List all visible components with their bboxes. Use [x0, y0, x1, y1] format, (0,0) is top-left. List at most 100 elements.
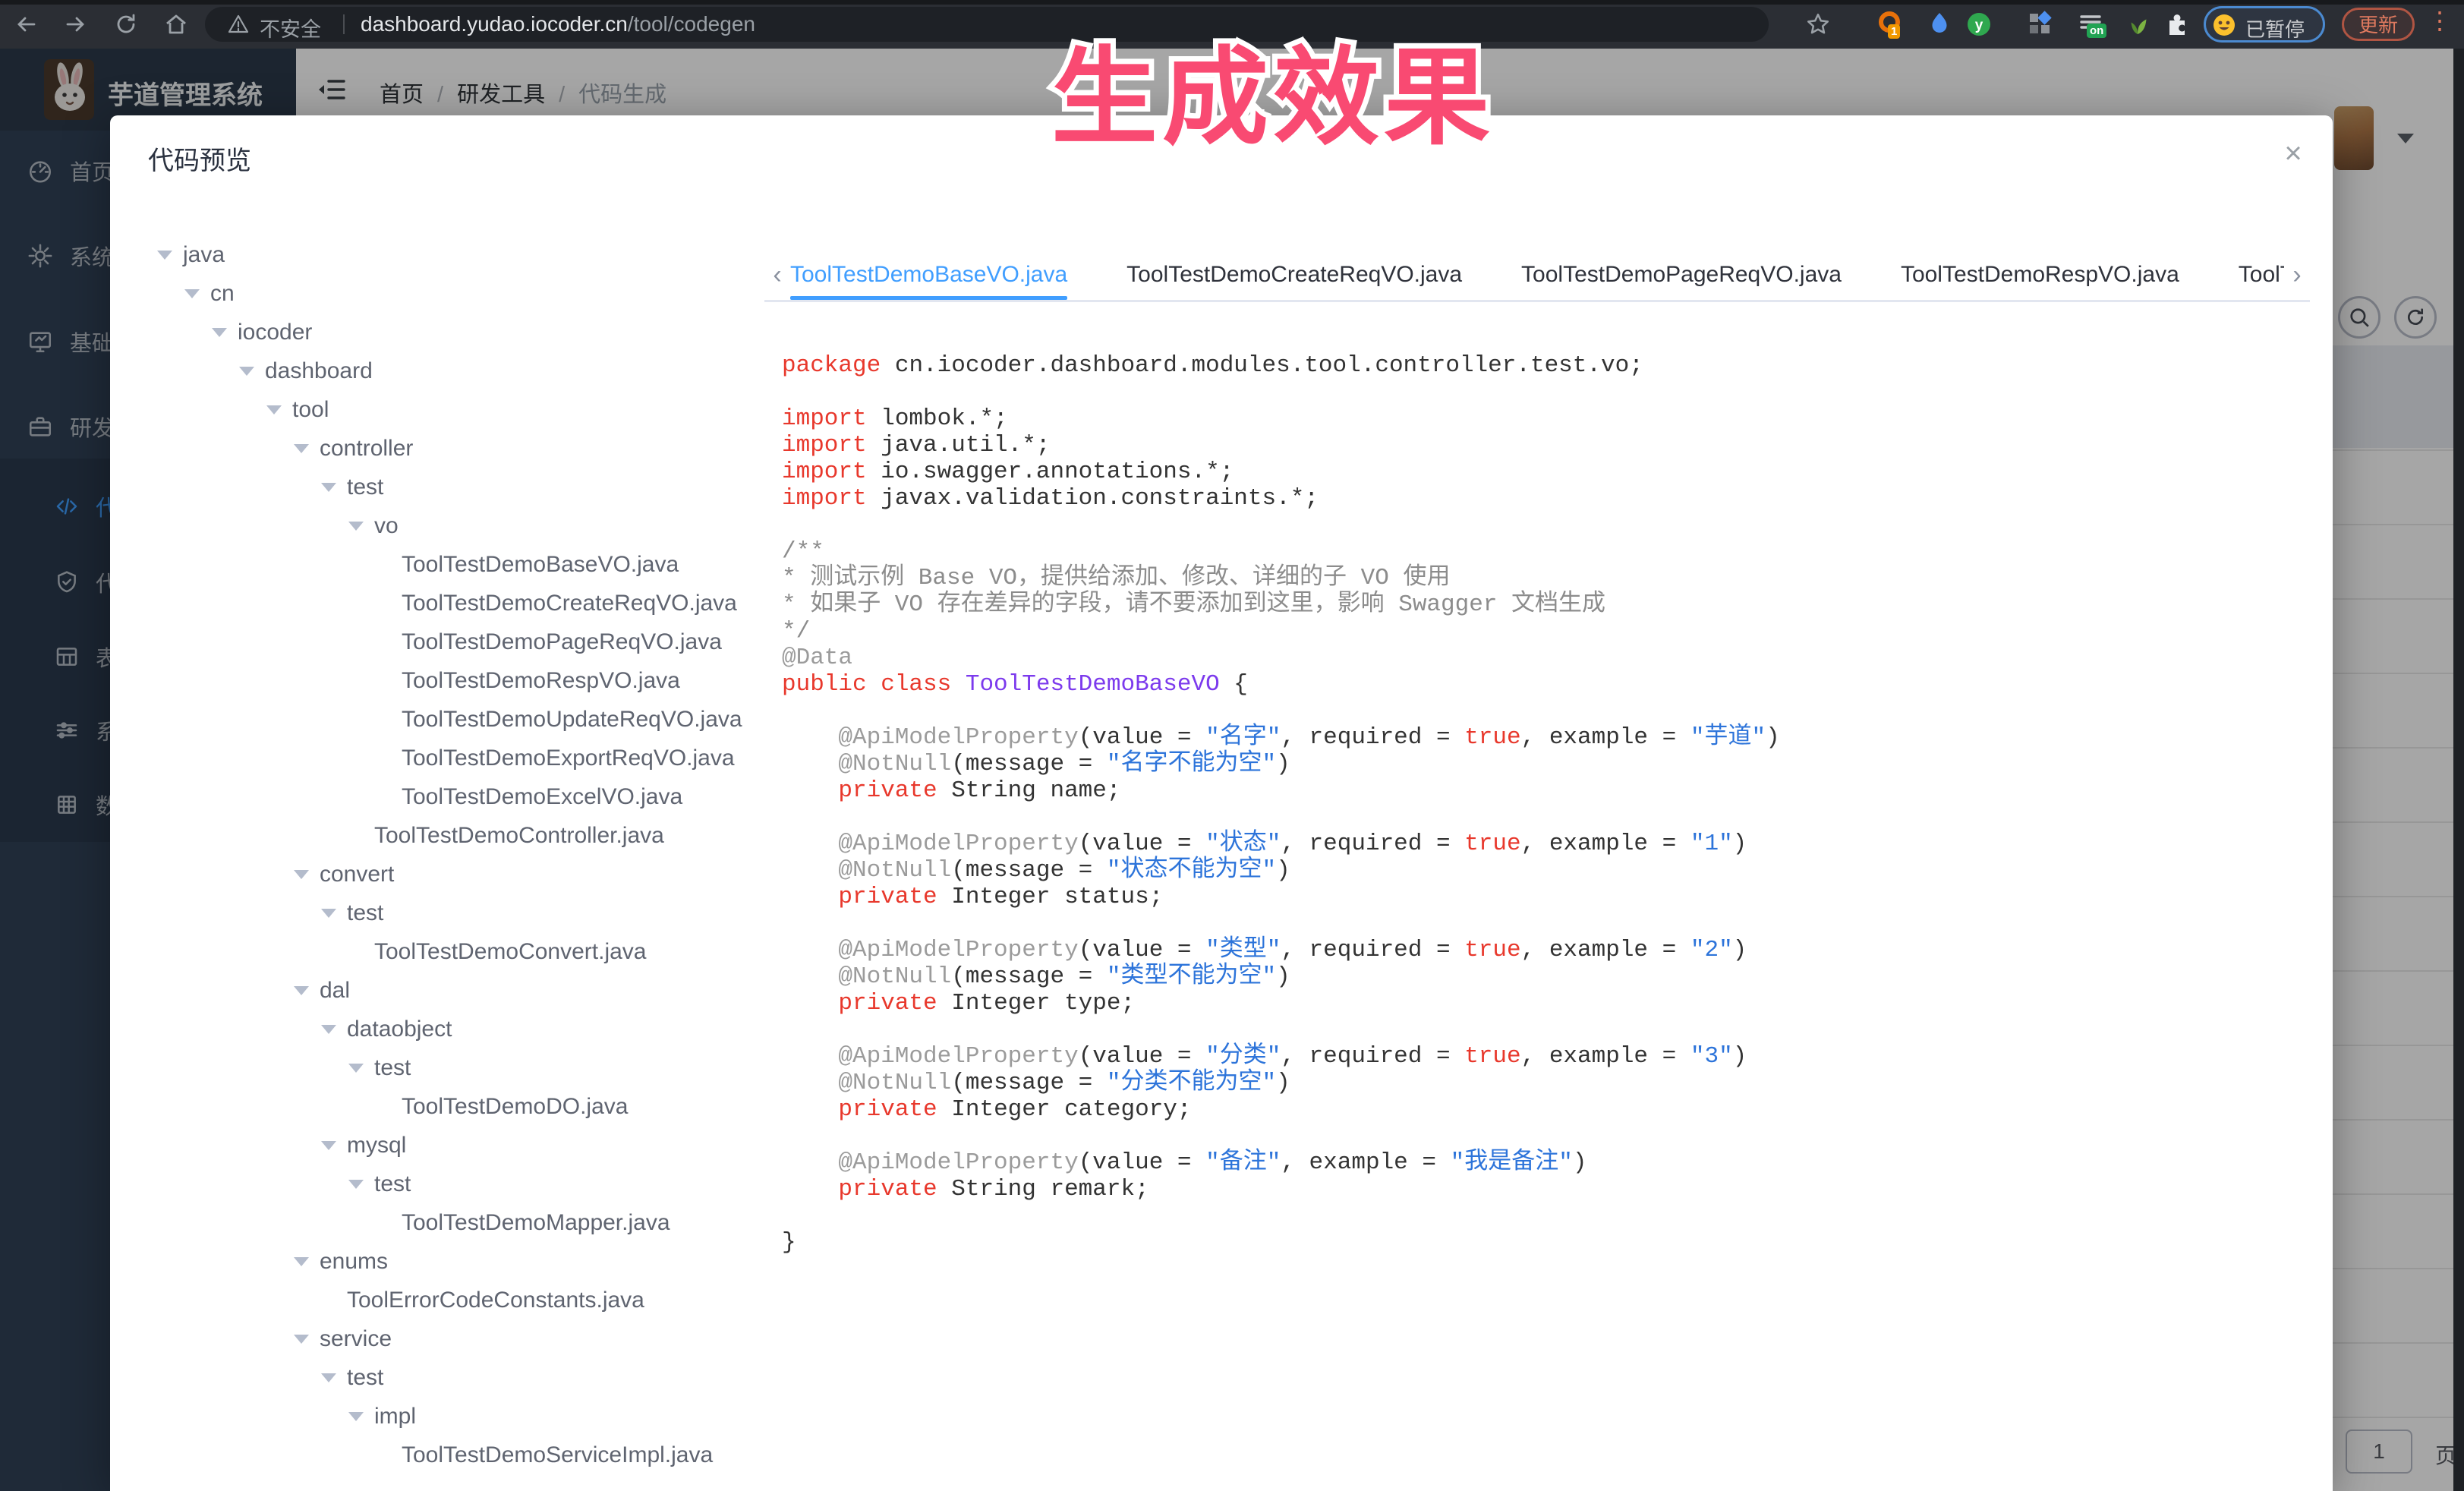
- tree-folder[interactable]: test: [154, 468, 769, 506]
- caret-down-icon[interactable]: [294, 986, 309, 995]
- caret-down-icon[interactable]: [321, 483, 336, 492]
- tree-folder[interactable]: enums: [154, 1242, 769, 1281]
- browser-scrollbar[interactable]: [2453, 49, 2464, 1491]
- caret-down-icon[interactable]: [348, 522, 364, 531]
- tree-folder[interactable]: iocoder: [154, 313, 769, 351]
- code-line: import lombok.*;: [782, 405, 2300, 432]
- caret-down-icon[interactable]: [321, 1373, 336, 1382]
- code-token: ): [1573, 1149, 1587, 1176]
- code-tab[interactable]: ToolTestDemoPageReqVO.java: [1521, 249, 1842, 300]
- caret-down-icon[interactable]: [212, 328, 227, 337]
- code-line: @ApiModelProperty(value = "分类", required…: [782, 1043, 2300, 1070]
- code-token: true: [1464, 1043, 1520, 1070]
- caret-down-icon[interactable]: [184, 289, 200, 298]
- tree-folder[interactable]: java: [154, 235, 769, 274]
- caret-down-icon[interactable]: [321, 1141, 336, 1150]
- tree-folder[interactable]: test: [154, 894, 769, 932]
- tree-file[interactable]: ToolTestDemoServiceImpl.java: [154, 1436, 769, 1474]
- tree-file[interactable]: ToolTestDemoDO.java: [154, 1087, 769, 1126]
- tree-folder[interactable]: dataobject: [154, 1010, 769, 1048]
- tree-file[interactable]: ToolTestDemoController.java: [154, 816, 769, 855]
- tree-folder[interactable]: test: [154, 1048, 769, 1087]
- code-tab[interactable]: ToolTestDemoBaseVO.java: [790, 249, 1067, 300]
- security-label[interactable]: 不安全: [260, 13, 321, 43]
- caret-down-icon[interactable]: [157, 251, 172, 260]
- code-line: * 测试示例 Base VO，提供给添加、修改、详细的子 VO 使用: [782, 565, 2300, 591]
- caret-down-icon[interactable]: [321, 1025, 336, 1034]
- code-line: [782, 698, 2300, 724]
- code-tab[interactable]: ToolTestDemoCreateReqVO.java: [1126, 249, 1462, 300]
- code-token: , required =: [1281, 831, 1464, 857]
- caret-down-icon[interactable]: [294, 1335, 309, 1344]
- caret-down-icon[interactable]: [266, 405, 282, 415]
- warning-icon[interactable]: [228, 14, 249, 35]
- reload-icon[interactable]: [114, 12, 138, 36]
- tree-file[interactable]: ToolTestDemoMapper.java: [154, 1203, 769, 1242]
- back-icon[interactable]: [14, 12, 38, 36]
- forward-icon[interactable]: [64, 12, 88, 36]
- list-extension-icon[interactable]: on: [2077, 11, 2104, 38]
- tree-file[interactable]: ToolTestDemoExportReqVO.java: [154, 739, 769, 777]
- caret-down-icon[interactable]: [294, 870, 309, 879]
- url-divider: [343, 14, 345, 34]
- tree-file[interactable]: ToolTestDemoConvert.java: [154, 932, 769, 971]
- caret-down-icon[interactable]: [294, 1257, 309, 1266]
- code-line: import io.swagger.annotations.*;: [782, 459, 2300, 485]
- caret-down-icon[interactable]: [294, 444, 309, 453]
- code-line: [782, 379, 2300, 405]
- drop-extension-icon[interactable]: [1926, 11, 1953, 38]
- tree-folder[interactable]: impl: [154, 1397, 769, 1436]
- code-token: package: [782, 352, 881, 379]
- tree-file[interactable]: ToolTestDemoPageReqVO.java: [154, 623, 769, 661]
- tree-folder[interactable]: test: [154, 1165, 769, 1203]
- tree-folder[interactable]: tool: [154, 390, 769, 429]
- url-text[interactable]: dashboard.yudao.iocoder.cn/tool/codegen: [361, 12, 755, 36]
- code-token: @NotNull: [838, 751, 951, 777]
- url-bar[interactable]: 不安全 dashboard.yudao.iocoder.cn/tool/code…: [205, 7, 1769, 42]
- paused-extension-pill[interactable]: 已暂停: [2204, 6, 2325, 43]
- caret-down-icon[interactable]: [348, 1064, 364, 1073]
- tree-folder[interactable]: mysql: [154, 1126, 769, 1165]
- puzzle-icon[interactable]: [2163, 11, 2191, 38]
- tree-folder[interactable]: service: [154, 1319, 769, 1358]
- code-token: [782, 1043, 838, 1070]
- tree-folder[interactable]: dashboard: [154, 351, 769, 390]
- tree-file[interactable]: ToolTestDemoExcelVO.java: [154, 777, 769, 816]
- code-token: ): [1276, 1070, 1290, 1096]
- tree-file[interactable]: ToolErrorCodeConstants.java: [154, 1281, 769, 1319]
- code-line: * 如果子 VO 存在差异的字段，请不要添加到这里，影响 Swagger 文档生…: [782, 591, 2300, 618]
- code-token: true: [1464, 831, 1520, 857]
- code-line: @NotNull(message = "状态不能为空"): [782, 857, 2300, 884]
- close-icon[interactable]: ×: [2275, 137, 2311, 173]
- code-tab[interactable]: ToolTestDemoUpdateReqVO.java: [2239, 249, 2284, 300]
- tree-folder[interactable]: vo: [154, 506, 769, 545]
- caret-down-icon[interactable]: [321, 909, 336, 918]
- code-token: Integer category;: [937, 1096, 1192, 1123]
- caret-down-icon[interactable]: [239, 367, 254, 376]
- tree-file[interactable]: ToolTestDemoUpdateReqVO.java: [154, 700, 769, 739]
- code-token: "2": [1690, 937, 1733, 963]
- tree-file[interactable]: ToolTestDemoRespVO.java: [154, 661, 769, 700]
- green-circle-extension-icon[interactable]: y: [1965, 11, 1993, 38]
- tree-file[interactable]: ToolTestDemoBaseVO.java: [154, 545, 769, 584]
- caret-down-icon[interactable]: [348, 1180, 364, 1189]
- extension-circle-icon[interactable]: 1: [1876, 11, 1903, 38]
- tree-folder[interactable]: controller: [154, 429, 769, 468]
- caret-down-icon[interactable]: [348, 1412, 364, 1421]
- code-token: import: [782, 485, 867, 512]
- tab-next-icon[interactable]: ›: [2284, 248, 2310, 301]
- tree-folder[interactable]: dal: [154, 971, 769, 1010]
- code-token: (value =: [1079, 1043, 1205, 1070]
- chrome-menu-icon[interactable]: ⋮: [2428, 6, 2452, 35]
- code-tab[interactable]: ToolTestDemoRespVO.java: [1901, 249, 2179, 300]
- tree-folder[interactable]: test: [154, 1358, 769, 1397]
- tree-file[interactable]: ToolTestDemoCreateReqVO.java: [154, 584, 769, 623]
- tree-folder[interactable]: convert: [154, 855, 769, 894]
- code-token: [782, 1149, 838, 1176]
- star-icon[interactable]: [1805, 11, 1829, 36]
- update-button[interactable]: 更新: [2342, 8, 2415, 41]
- home-icon[interactable]: [164, 12, 188, 36]
- diamond-extension-icon[interactable]: [2027, 11, 2054, 38]
- leaf-extension-icon[interactable]: [2124, 11, 2151, 38]
- tree-folder[interactable]: cn: [154, 274, 769, 313]
